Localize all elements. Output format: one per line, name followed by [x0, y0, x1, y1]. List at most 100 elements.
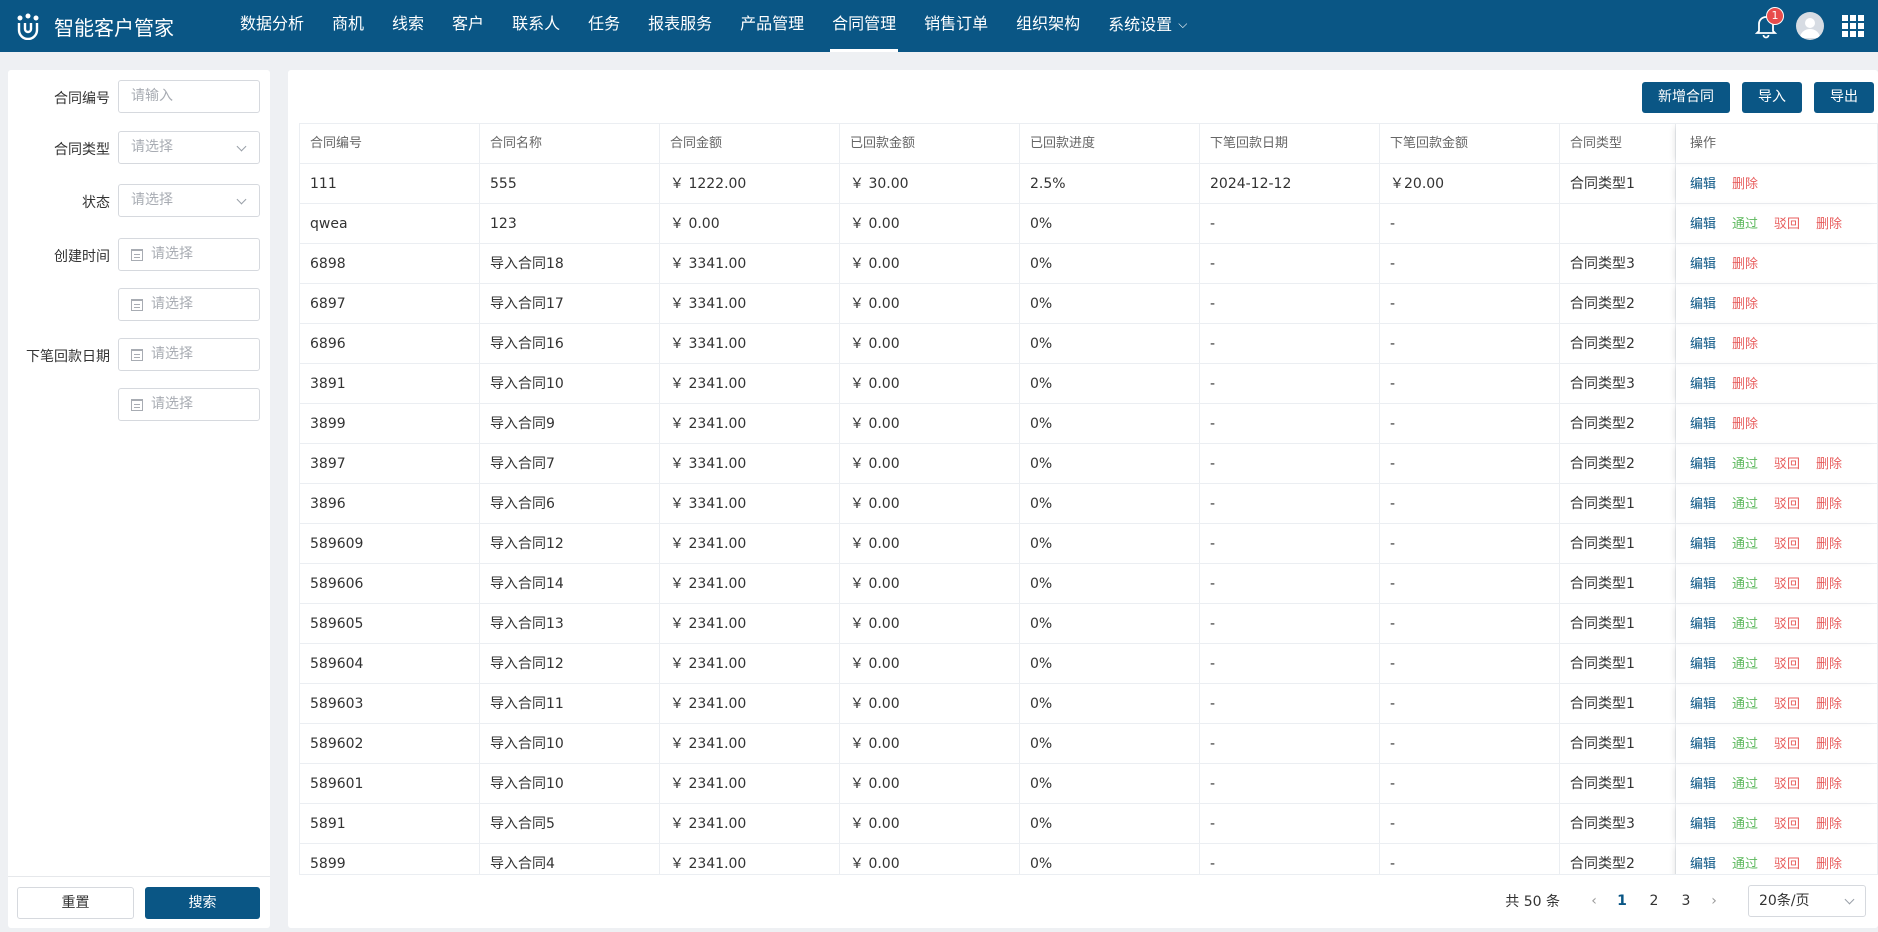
delete-link[interactable]: 删除	[1816, 577, 1842, 592]
approve-link[interactable]: 通过	[1732, 577, 1758, 592]
approve-link[interactable]: 通过	[1732, 217, 1758, 232]
delete-link[interactable]: 删除	[1816, 817, 1842, 832]
delete-link[interactable]: 删除	[1816, 657, 1842, 672]
approve-link[interactable]: 通过	[1732, 777, 1758, 792]
nav-item[interactable]: 客户	[438, 0, 498, 52]
add-contract-button[interactable]: 新增合同	[1642, 82, 1730, 113]
created-time-start-picker[interactable]: 请选择	[118, 238, 260, 271]
nav-item[interactable]: 线索	[378, 0, 438, 52]
delete-link[interactable]: 删除	[1816, 537, 1842, 552]
edit-link[interactable]: 编辑	[1690, 817, 1716, 832]
reject-link[interactable]: 驳回	[1774, 497, 1800, 512]
delete-link[interactable]: 删除	[1732, 337, 1758, 352]
app-grid-icon[interactable]	[1842, 15, 1864, 37]
nav-item[interactable]: 联系人	[498, 0, 574, 52]
reject-link[interactable]: 驳回	[1774, 217, 1800, 232]
user-avatar[interactable]	[1796, 12, 1824, 40]
delete-link[interactable]: 删除	[1816, 697, 1842, 712]
edit-link[interactable]: 编辑	[1690, 737, 1716, 752]
approve-link[interactable]: 通过	[1732, 817, 1758, 832]
reject-link[interactable]: 驳回	[1774, 777, 1800, 792]
nav-item[interactable]: 合同管理	[818, 0, 910, 52]
edit-link[interactable]: 编辑	[1690, 377, 1716, 392]
prev-page-icon[interactable]: ‹	[1582, 893, 1606, 909]
approve-link[interactable]: 通过	[1732, 497, 1758, 512]
nav-item[interactable]: 数据分析	[226, 0, 318, 52]
approve-link[interactable]: 通过	[1732, 737, 1758, 752]
edit-link[interactable]: 编辑	[1690, 337, 1716, 352]
delete-link[interactable]: 删除	[1816, 737, 1842, 752]
reject-link[interactable]: 驳回	[1774, 457, 1800, 472]
cell-paid: ￥ 0.00	[840, 764, 1020, 804]
contract-type-select[interactable]: 请选择	[118, 131, 260, 164]
delete-link[interactable]: 删除	[1816, 497, 1842, 512]
nav-item[interactable]: 报表服务	[634, 0, 726, 52]
page-number[interactable]: 2	[1638, 893, 1670, 909]
contract-no-input[interactable]: 请输入	[118, 80, 260, 113]
reject-link[interactable]: 驳回	[1774, 817, 1800, 832]
next-page-icon[interactable]: ›	[1702, 893, 1726, 909]
edit-link[interactable]: 编辑	[1690, 257, 1716, 272]
import-button[interactable]: 导入	[1742, 82, 1802, 113]
next-payment-end-picker[interactable]: 请选择	[118, 388, 260, 421]
approve-link[interactable]: 通过	[1732, 457, 1758, 472]
reject-link[interactable]: 驳回	[1774, 737, 1800, 752]
date-placeholder: 请选择	[151, 246, 193, 262]
page-number[interactable]: 1	[1606, 893, 1638, 909]
edit-link[interactable]: 编辑	[1690, 497, 1716, 512]
reject-link[interactable]: 驳回	[1774, 697, 1800, 712]
delete-link[interactable]: 删除	[1816, 777, 1842, 792]
edit-link[interactable]: 编辑	[1690, 297, 1716, 312]
reject-link[interactable]: 驳回	[1774, 857, 1800, 872]
edit-link[interactable]: 编辑	[1690, 177, 1716, 192]
nav-item[interactable]: 商机	[318, 0, 378, 52]
approve-link[interactable]: 通过	[1732, 617, 1758, 632]
page-number[interactable]: 3	[1670, 893, 1702, 909]
next-payment-start-picker[interactable]: 请选择	[118, 338, 260, 371]
edit-link[interactable]: 编辑	[1690, 217, 1716, 232]
page-size-select[interactable]: 20条/页	[1748, 885, 1866, 917]
approve-link[interactable]: 通过	[1732, 537, 1758, 552]
cell-next-date: -	[1200, 364, 1380, 404]
nav-item[interactable]: 销售订单	[910, 0, 1002, 52]
reject-link[interactable]: 驳回	[1774, 657, 1800, 672]
delete-link[interactable]: 删除	[1732, 377, 1758, 392]
delete-link[interactable]: 删除	[1732, 257, 1758, 272]
cell-next-amount: -	[1380, 564, 1560, 604]
status-select[interactable]: 请选择	[118, 184, 260, 217]
notification-button[interactable]: 1	[1754, 7, 1784, 39]
delete-link[interactable]: 删除	[1816, 457, 1842, 472]
nav-item[interactable]: 组织架构	[1002, 0, 1094, 52]
cell-progress: 0%	[1020, 364, 1200, 404]
app-logo[interactable]: 智能客户管家	[14, 12, 204, 41]
reset-button[interactable]: 重置	[17, 887, 134, 919]
approve-link[interactable]: 通过	[1732, 857, 1758, 872]
approve-link[interactable]: 通过	[1732, 657, 1758, 672]
edit-link[interactable]: 编辑	[1690, 777, 1716, 792]
nav-item[interactable]: 任务	[574, 0, 634, 52]
edit-link[interactable]: 编辑	[1690, 417, 1716, 432]
delete-link[interactable]: 删除	[1816, 857, 1842, 872]
created-time-end-picker[interactable]: 请选择	[118, 288, 260, 321]
edit-link[interactable]: 编辑	[1690, 537, 1716, 552]
reject-link[interactable]: 驳回	[1774, 537, 1800, 552]
edit-link[interactable]: 编辑	[1690, 657, 1716, 672]
nav-item[interactable]: 系统设置 ⌵	[1094, 0, 1201, 52]
cell-no: 6898	[300, 244, 480, 284]
edit-link[interactable]: 编辑	[1690, 457, 1716, 472]
nav-item[interactable]: 产品管理	[726, 0, 818, 52]
edit-link[interactable]: 编辑	[1690, 577, 1716, 592]
reject-link[interactable]: 驳回	[1774, 617, 1800, 632]
export-button[interactable]: 导出	[1814, 82, 1874, 113]
delete-link[interactable]: 删除	[1816, 217, 1842, 232]
edit-link[interactable]: 编辑	[1690, 857, 1716, 872]
edit-link[interactable]: 编辑	[1690, 617, 1716, 632]
search-button[interactable]: 搜索	[145, 887, 260, 919]
delete-link[interactable]: 删除	[1816, 617, 1842, 632]
delete-link[interactable]: 删除	[1732, 177, 1758, 192]
delete-link[interactable]: 删除	[1732, 417, 1758, 432]
reject-link[interactable]: 驳回	[1774, 577, 1800, 592]
edit-link[interactable]: 编辑	[1690, 697, 1716, 712]
delete-link[interactable]: 删除	[1732, 297, 1758, 312]
approve-link[interactable]: 通过	[1732, 697, 1758, 712]
